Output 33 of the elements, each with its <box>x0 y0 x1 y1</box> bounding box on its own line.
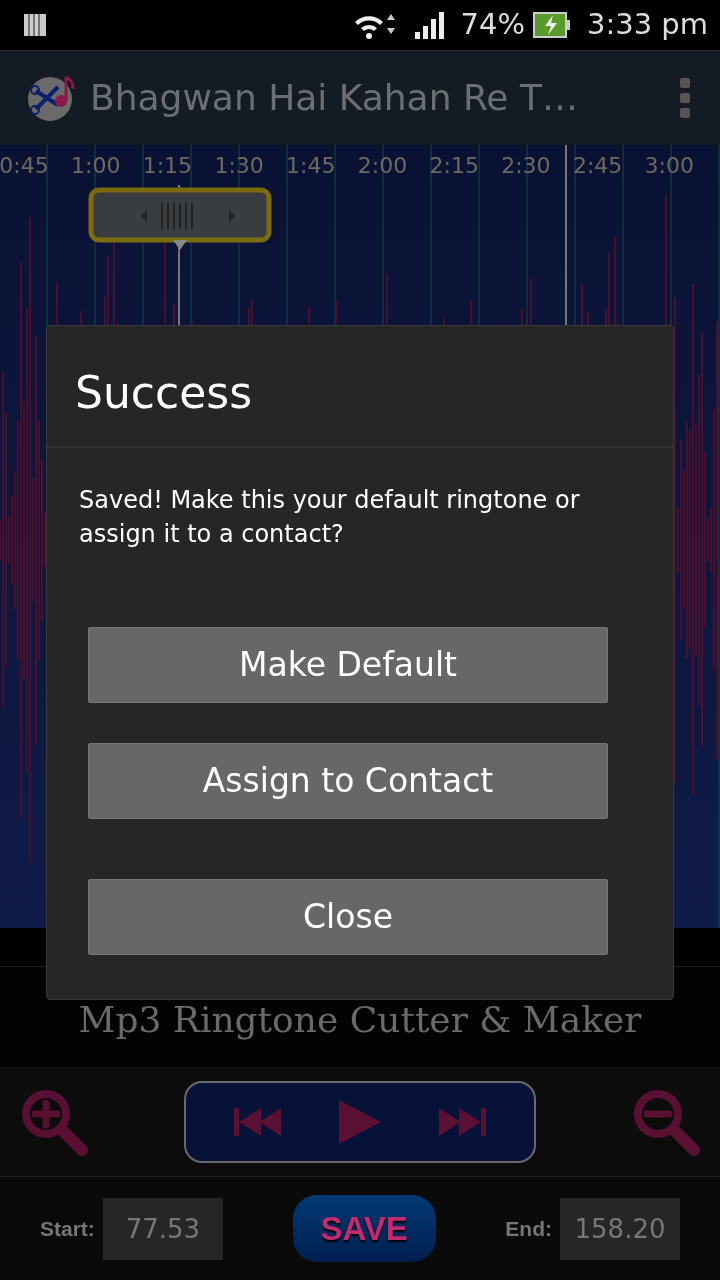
battery-percent: 74% <box>460 6 525 44</box>
time-label: 1:15 <box>142 152 193 180</box>
app-name: Mp3 Ringtone Cutter & Maker <box>78 999 642 1040</box>
time-label: 3:00 <box>644 152 694 180</box>
play-icon[interactable] <box>337 1097 383 1146</box>
time-label: 0:45 <box>0 152 49 180</box>
dialog-title: Success <box>47 326 673 448</box>
skip-back-icon[interactable] <box>234 1105 281 1138</box>
signal-icon <box>412 10 445 40</box>
dialog-button[interactable]: Close <box>88 879 608 956</box>
start-label: Start: <box>40 1215 95 1242</box>
overflow-menu-icon[interactable] <box>680 78 690 118</box>
time-label: 2:00 <box>357 152 408 180</box>
zoom-in-icon[interactable] <box>20 1087 88 1156</box>
time-label: 2:30 <box>501 152 551 180</box>
time-label: 2:45 <box>572 152 623 180</box>
time-label: 1:30 <box>214 152 264 180</box>
clock-time: 3:33 pm <box>587 6 708 44</box>
dialog-button[interactable]: Assign to Contact <box>88 743 608 820</box>
time-label: 1:45 <box>286 152 336 180</box>
end-field[interactable]: 158.20 <box>560 1197 680 1260</box>
notification-icon <box>22 12 48 38</box>
start-field[interactable]: 77.53 <box>102 1197 223 1260</box>
battery-icon <box>533 12 571 38</box>
dialog-message: Saved! Make this your default ringtone or assign it to a contact? <box>78 485 581 550</box>
time-label: 2:15 <box>429 152 479 180</box>
app-title: Bhagwan Hai Kahan Re T… <box>90 76 579 120</box>
end-label: End: <box>505 1215 552 1242</box>
zoom-out-icon[interactable] <box>632 1087 700 1156</box>
dialog-button[interactable]: Make Default <box>88 627 608 704</box>
app-logo-icon <box>26 73 76 123</box>
time-label: 1:00 <box>71 152 121 180</box>
skip-forward-icon[interactable] <box>439 1105 486 1138</box>
